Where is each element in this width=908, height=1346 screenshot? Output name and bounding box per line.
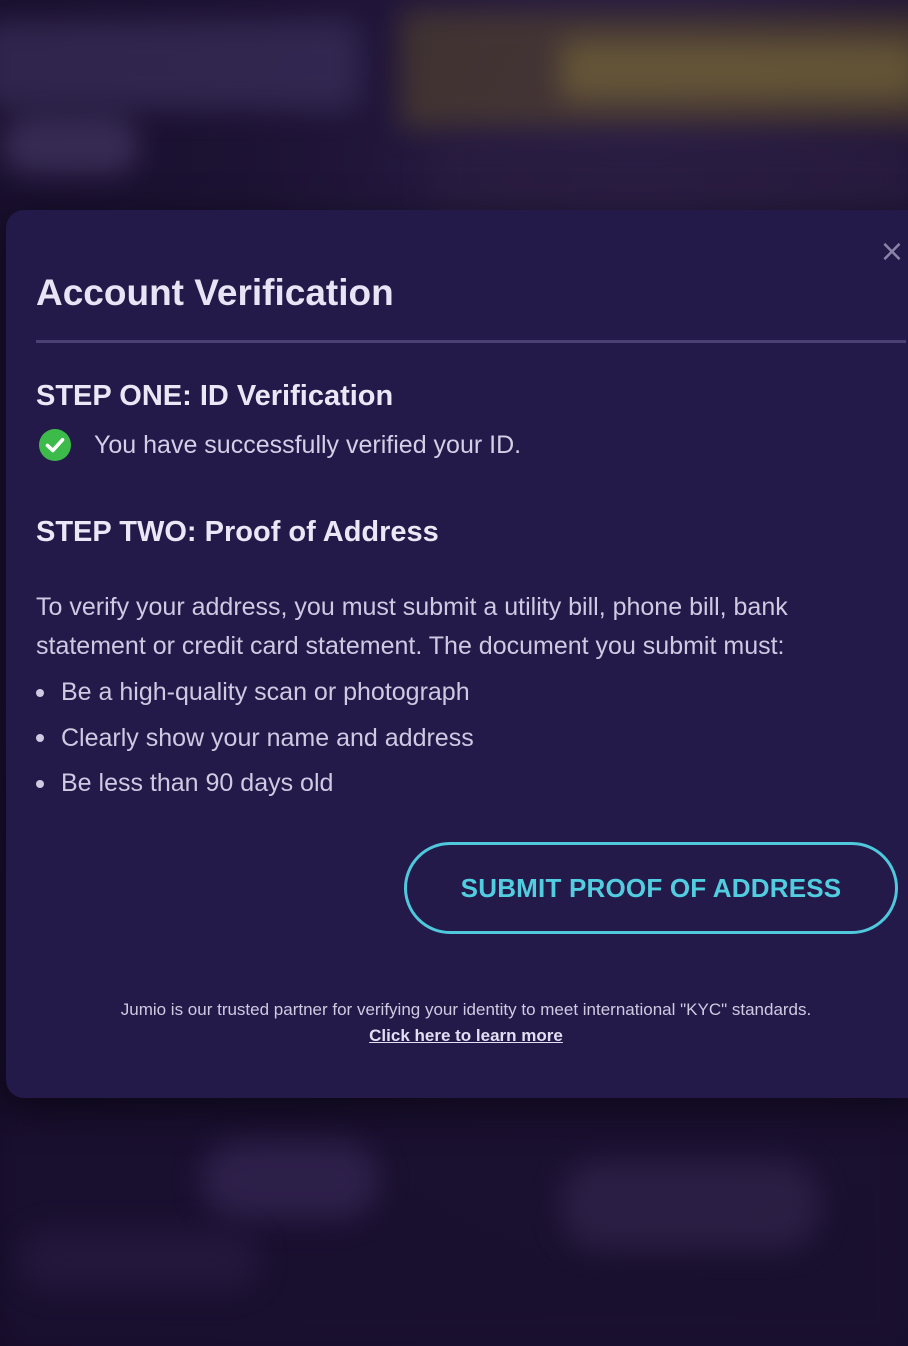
list-item: Clearly show your name and address	[36, 716, 474, 762]
modal-title: Account Verification	[36, 272, 394, 313]
account-verification-modal: × Account Verification STEP ONE: ID Veri…	[6, 210, 908, 1098]
list-item: Be a high-quality scan or photograph	[36, 670, 474, 716]
step-two-heading: STEP TWO: Proof of Address	[36, 516, 439, 548]
bullet-icon	[36, 779, 44, 788]
background-panel	[0, 20, 360, 110]
list-item: Be less than 90 days old	[36, 761, 474, 807]
requirement-text: Be less than 90 days old	[61, 769, 334, 798]
requirements-list: Be a high-quality scan or photograph Cle…	[36, 670, 474, 807]
id-verified-status: You have successfully verified your ID.	[38, 428, 521, 462]
kyc-partner-note: Jumio is our trusted partner for verifyi…	[120, 1000, 812, 1019]
background-glow	[560, 1160, 820, 1250]
requirement-text: Clearly show your name and address	[61, 723, 474, 752]
step-one-heading: STEP ONE: ID Verification	[36, 380, 394, 412]
background-glow	[200, 1140, 380, 1220]
background-promo-amount	[430, 140, 908, 220]
modal-footer: Jumio is our trusted partner for verifyi…	[6, 1000, 908, 1046]
title-divider	[36, 340, 906, 343]
proof-of-address-description: To verify your address, you must submit …	[36, 593, 788, 660]
bullet-icon	[36, 734, 44, 743]
id-verified-text: You have successfully verified your ID.	[94, 430, 522, 459]
background-pill	[0, 115, 140, 175]
requirement-text: Be a high-quality scan or photograph	[61, 678, 470, 707]
close-icon[interactable]: ×	[878, 237, 906, 267]
background-glow	[20, 1230, 260, 1290]
background-promo-text	[560, 40, 908, 100]
check-circle-icon	[39, 429, 71, 461]
bullet-icon	[36, 688, 44, 697]
learn-more-link[interactable]: Click here to learn more	[369, 1026, 563, 1046]
submit-proof-of-address-button[interactable]: SUBMIT PROOF OF ADDRESS	[404, 842, 898, 934]
